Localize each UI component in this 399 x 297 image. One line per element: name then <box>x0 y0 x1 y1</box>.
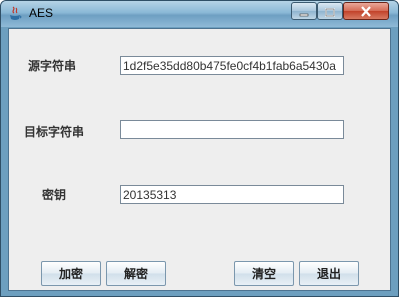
form-panel: 源字符串 1d2f5e35dd80b475fe0cf4b1fab6a5430a … <box>8 28 391 291</box>
encrypt-button[interactable]: 加密 <box>41 261 101 286</box>
maximize-button[interactable] <box>317 2 343 20</box>
source-string-label: 源字符串 <box>28 59 77 73</box>
close-icon <box>360 2 372 21</box>
target-string-label: 目标字符串 <box>24 125 85 139</box>
minimize-icon <box>299 2 309 21</box>
target-string-field[interactable] <box>120 120 344 139</box>
close-button[interactable] <box>343 2 389 20</box>
app-window: AES 源字符串 1d2f5e35dd80b475fe0cf4b1fab6a54… <box>0 0 399 297</box>
clear-button[interactable]: 清空 <box>234 261 294 286</box>
title-bar[interactable]: AES <box>1 1 398 27</box>
maximize-icon <box>325 2 335 21</box>
key-label: 密钥 <box>42 188 67 202</box>
minimize-button[interactable] <box>291 2 317 20</box>
exit-button[interactable]: 退出 <box>299 261 359 286</box>
window-title: AES <box>29 6 54 20</box>
decrypt-button[interactable]: 解密 <box>106 261 166 286</box>
java-app-icon <box>8 6 22 22</box>
key-field[interactable]: 20135313 <box>120 185 344 204</box>
source-string-field[interactable]: 1d2f5e35dd80b475fe0cf4b1fab6a5430a <box>120 56 344 75</box>
